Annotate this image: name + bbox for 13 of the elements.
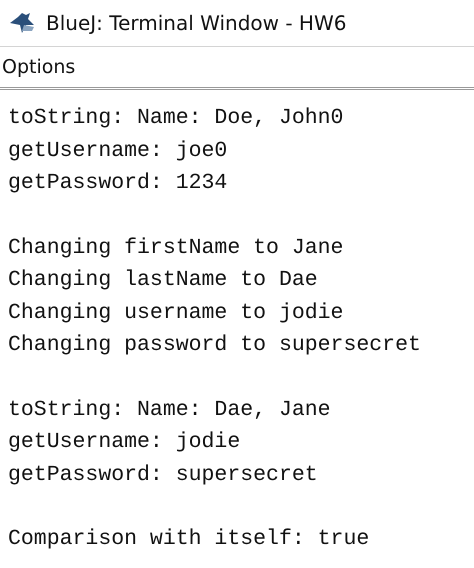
menu-item[interactable]: Options [0, 56, 78, 78]
window-title: BlueJ: Terminal Window - HW6 [46, 11, 346, 35]
output-line: toString: Name: Doe, John0 [8, 105, 344, 132]
output-line: getPassword: supersecret [8, 462, 319, 488]
output-line: getUsername: jodie [8, 429, 242, 456]
output-line: getUsername: joe0 [8, 138, 228, 164]
output-line: Comparison with itself: true [8, 526, 370, 553]
output-line: Changing lastName to Dae [8, 267, 319, 294]
output-line: toString: Name: Dae, Jane [8, 396, 332, 424]
output-line: Changing username to jodie [8, 300, 344, 326]
output-line: getPassword: 1234 [8, 170, 228, 197]
output-line: Changing password to supersecret [8, 332, 422, 359]
output-line: Changing firstName to Jane [8, 234, 344, 262]
